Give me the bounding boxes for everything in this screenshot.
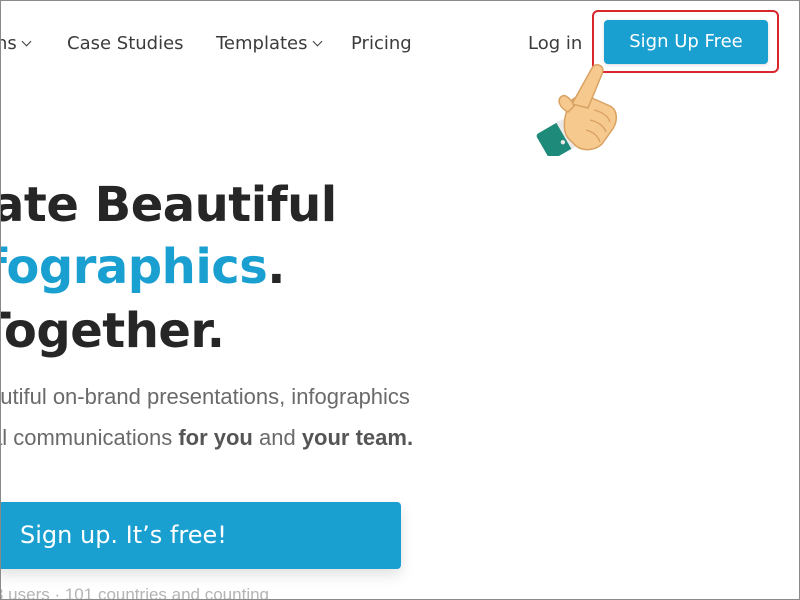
hero-line3-text: Together. — [0, 303, 225, 359]
nav-solutions[interactable]: ns — [0, 33, 32, 55]
hero-line2-suffix: . — [267, 239, 286, 295]
hero-line1-text: ate Beautiful — [0, 177, 337, 233]
pointing-hand-icon — [536, 64, 617, 156]
hero-subtext-line2: al communications for you and your team. — [0, 424, 413, 452]
hero-line2-accent: fographics — [0, 239, 268, 295]
signup-cta-button[interactable]: Sign up. It’s free! — [0, 502, 401, 569]
nav-case-studies[interactable]: Case Studies — [67, 33, 184, 55]
signup-free-button[interactable]: Sign Up Free — [604, 20, 768, 64]
chevron-down-icon — [21, 36, 32, 47]
hero-headline-line2: fographics. — [0, 238, 286, 296]
user-stats-text: 3 users · 101 countries and counting — [0, 585, 269, 600]
login-link[interactable]: Log in — [528, 33, 582, 55]
hero-sub2-bold1: for you — [178, 425, 253, 450]
signup-cta-label: Sign up. It’s free! — [20, 521, 227, 549]
signup-free-label: Sign Up Free — [629, 31, 743, 52]
hero-subtext-line1: autiful on-brand presentations, infograp… — [0, 383, 410, 411]
login-label: Log in — [528, 33, 583, 54]
hero-sub2-prefix: al communications — [0, 425, 179, 450]
nav-solutions-label: ns — [0, 33, 17, 54]
hero-sub2-bold2: your team. — [301, 425, 414, 450]
nav-templates-label: Templates — [216, 33, 308, 54]
nav-templates[interactable]: Templates — [216, 33, 322, 55]
nav-case-studies-label: Case Studies — [67, 33, 184, 54]
hero-sub2-mid: and — [252, 425, 302, 450]
hero-headline-line1: ate Beautiful — [0, 176, 337, 234]
nav-pricing[interactable]: Pricing — [351, 33, 412, 55]
hero-headline-line3: Together. — [0, 302, 225, 360]
user-stats-label: 3 users · 101 countries and counting — [0, 585, 270, 600]
chevron-down-icon — [312, 36, 322, 47]
hero-sub1-text: autiful on-brand presentations, infograp… — [0, 384, 410, 409]
nav-pricing-label: Pricing — [351, 33, 412, 54]
